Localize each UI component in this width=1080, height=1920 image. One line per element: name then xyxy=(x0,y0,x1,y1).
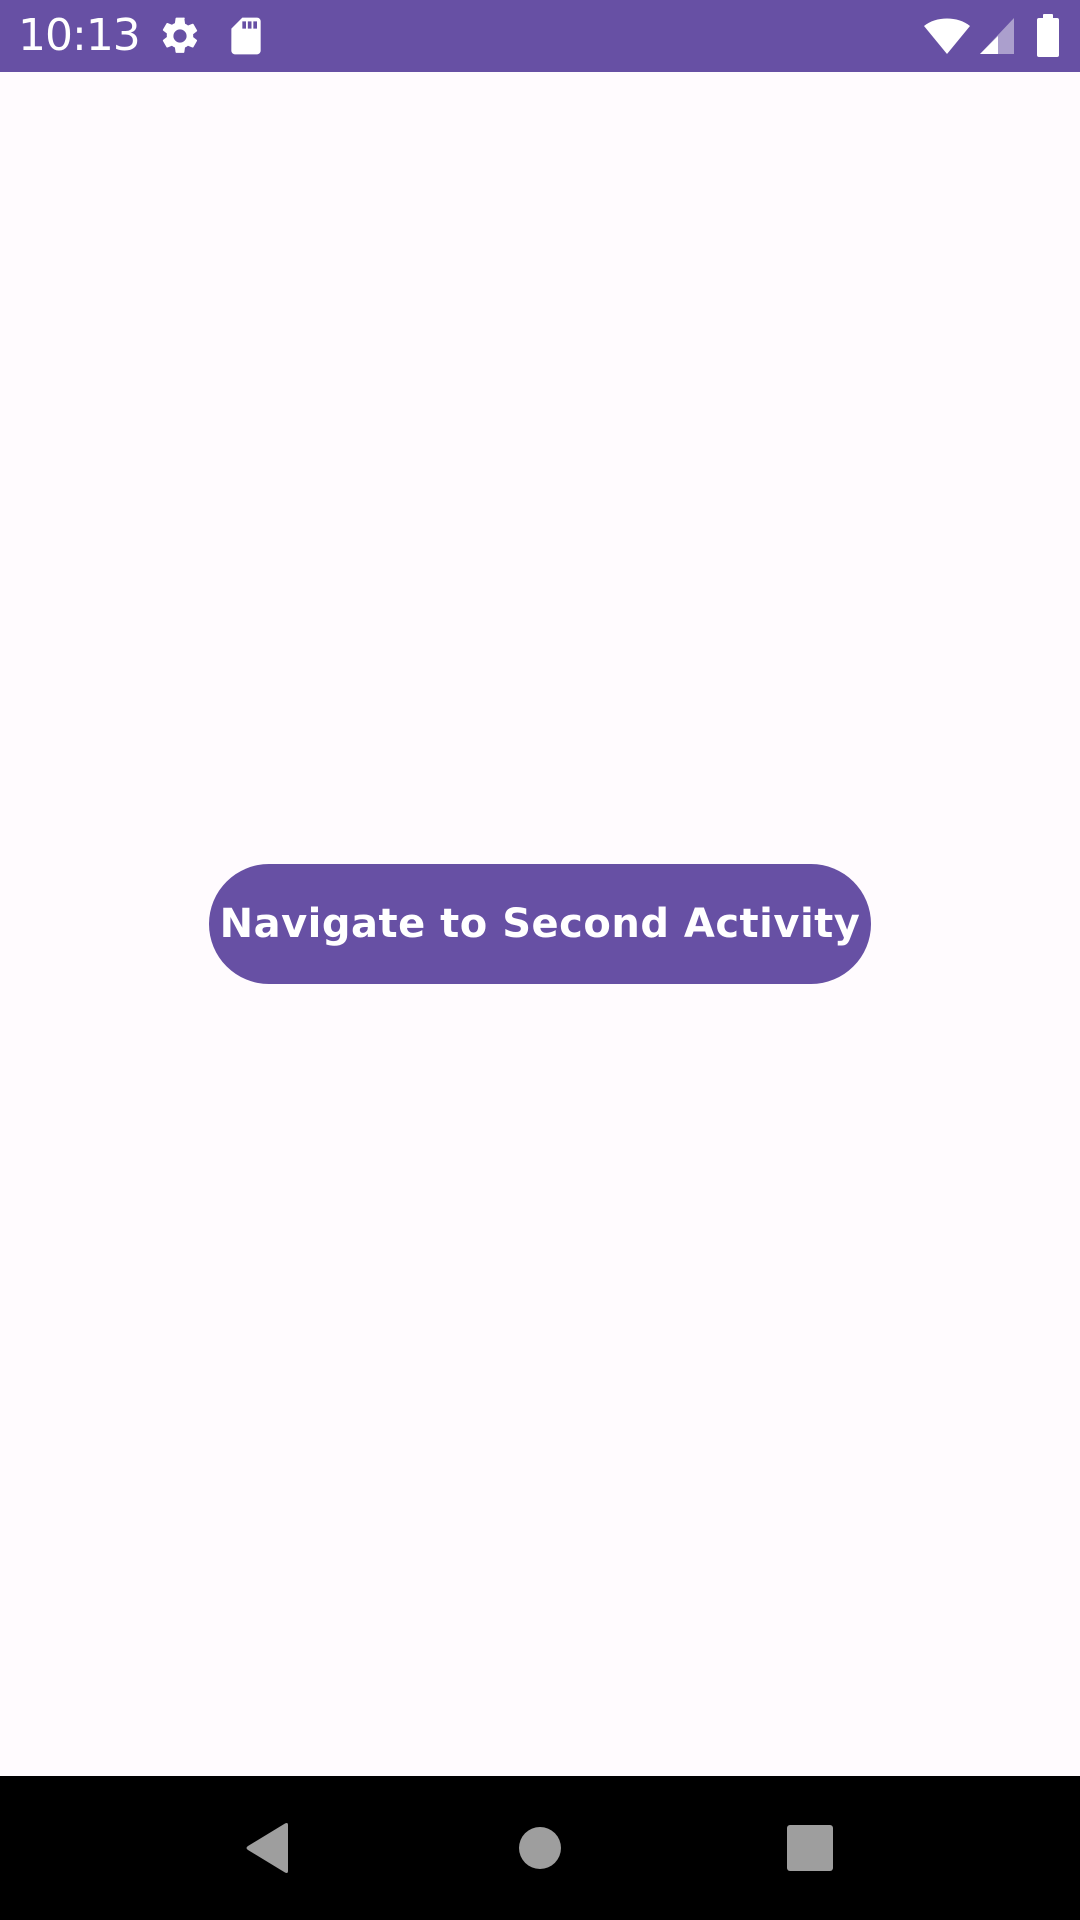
back-icon xyxy=(246,1823,288,1873)
app-screen: 10:13 Navigate to Second Activity xyxy=(0,0,1080,1920)
wifi-icon xyxy=(922,16,972,56)
home-button[interactable] xyxy=(490,1798,590,1898)
navigate-to-second-activity-button[interactable]: Navigate to Second Activity xyxy=(209,864,871,984)
recents-button[interactable] xyxy=(760,1798,860,1898)
system-navigation-bar xyxy=(0,1776,1080,1920)
gear-icon xyxy=(158,14,202,58)
recents-icon xyxy=(787,1825,833,1871)
status-bar: 10:13 xyxy=(0,0,1080,72)
sd-card-icon xyxy=(224,14,268,58)
status-time: 10:13 xyxy=(18,10,141,61)
battery-icon xyxy=(1034,14,1062,58)
back-button[interactable] xyxy=(218,1798,318,1898)
home-icon xyxy=(519,1827,561,1869)
main-content: Navigate to Second Activity xyxy=(0,72,1080,1776)
cell-signal-icon xyxy=(978,16,1016,56)
